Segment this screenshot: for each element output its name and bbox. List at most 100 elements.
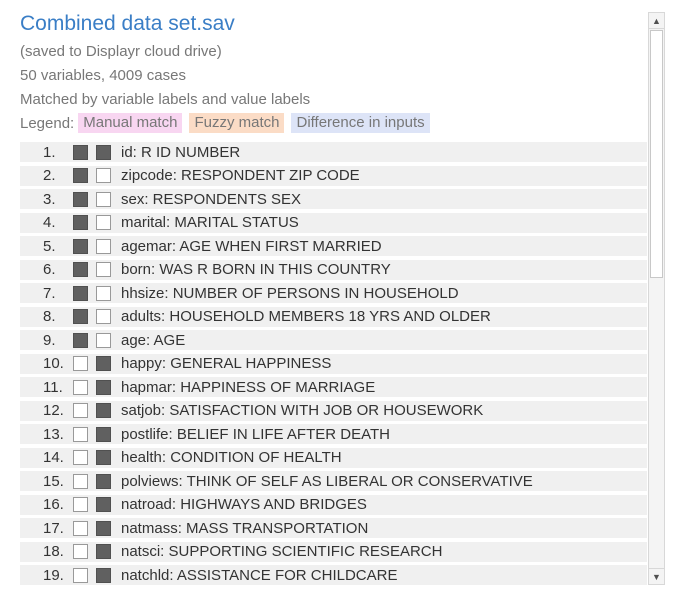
source-1-empty-box — [73, 497, 88, 512]
source-2-empty-box — [96, 215, 111, 230]
triangle-up-icon: ▲ — [652, 15, 661, 26]
source-2-filled-box — [96, 473, 111, 489]
source-2-filled-box — [96, 520, 111, 536]
source-2-filled-box — [96, 544, 111, 559]
source-2-filled-box — [96, 144, 111, 160]
list-item[interactable]: 17. natmass: MASS TRANSPORTATION — [20, 518, 647, 538]
source-1-empty-box — [73, 473, 88, 489]
row-number: 13. — [43, 425, 64, 443]
source-2-empty-box — [96, 238, 111, 254]
scroll-up-button[interactable]: ▲ — [649, 13, 664, 29]
variable-label: natsci: SUPPORTING SCIENTIFIC RESEARCH — [121, 543, 443, 560]
legend-label: Legend: — [20, 114, 75, 132]
list-item[interactable]: 12. satjob: SATISFACTION WITH JOB OR HOUS… — [20, 400, 647, 421]
variable-label: natchld: ASSISTANCE FOR CHILDCARE — [121, 566, 398, 584]
row-number: 2. — [43, 167, 56, 184]
variable-label: postlife: BELIEF IN LIFE AFTER DEATH — [121, 425, 390, 443]
list-item[interactable]: 7. hhsize: NUMBER OF PERSONS IN HOUSEHOLD — [20, 283, 647, 303]
source-1-empty-box — [73, 520, 88, 536]
source-2-empty-box — [96, 168, 111, 183]
row-number: 3. — [43, 190, 56, 208]
list-item[interactable]: 11. hapmar: HAPPINESS OF MARRIAGE — [20, 377, 647, 397]
source-2-filled-box — [96, 356, 111, 371]
row-number: 17. — [43, 519, 64, 537]
row-number: 16. — [43, 496, 64, 513]
source-1-empty-box — [73, 379, 88, 395]
list-item[interactable]: 15. polviews: THINK OF SELF AS LIBERAL OR… — [20, 471, 647, 491]
list-item[interactable]: 14. health: CONDITION OF HEALTH — [20, 447, 647, 468]
variable-label: marital: MARITAL STATUS — [121, 214, 299, 231]
list-item[interactable]: 1. id: R ID NUMBER — [20, 142, 647, 162]
row-number: 1. — [43, 143, 56, 161]
list-item[interactable]: 18. natsci: SUPPORTING SCIENTIFIC RESEARC… — [20, 541, 647, 562]
row-number: 14. — [43, 449, 64, 466]
source-1-filled-box — [73, 309, 88, 324]
scroll-thumb[interactable] — [650, 30, 663, 278]
list-item[interactable]: 6. born: WAS R BORN IN THIS COUNTRY — [20, 259, 647, 280]
variable-label: born: WAS R BORN IN THIS COUNTRY — [121, 261, 391, 278]
source-2-empty-box — [96, 191, 111, 207]
source-2-empty-box — [96, 262, 111, 277]
source-2-filled-box — [96, 497, 111, 512]
source-2-empty-box — [96, 285, 111, 301]
variable-label: health: CONDITION OF HEALTH — [121, 449, 342, 466]
list-item[interactable]: 9. age: AGE — [20, 330, 647, 350]
source-1-filled-box — [73, 191, 88, 207]
row-number: 19. — [43, 566, 64, 584]
variable-label: natmass: MASS TRANSPORTATION — [121, 519, 369, 537]
source-2-filled-box — [96, 567, 111, 583]
variable-label: agemar: AGE WHEN FIRST MARRIED — [121, 237, 382, 255]
summary-text: 50 variables, 4009 cases — [20, 67, 186, 84]
legend-fuzzy-match: Fuzzy match — [189, 113, 285, 133]
variable-label: adults: HOUSEHOLD MEMBERS 18 YRS AND OLD… — [121, 308, 491, 325]
row-number: 5. — [43, 237, 56, 255]
variable-label: happy: GENERAL HAPPINESS — [121, 355, 332, 372]
source-1-filled-box — [73, 285, 88, 301]
row-number: 18. — [43, 543, 64, 560]
source-1-filled-box — [73, 332, 88, 348]
data-set-panel: Combined data set.sav (saved to Displayr… — [0, 0, 648, 602]
legend: Legend: Manual match Fuzzy match Differe… — [20, 113, 437, 133]
source-2-filled-box — [96, 450, 111, 465]
list-item[interactable]: 16. natroad: HIGHWAYS AND BRIDGES — [20, 494, 647, 515]
row-number: 6. — [43, 261, 56, 278]
list-item[interactable]: 2. zipcode: RESPONDENT ZIP CODE — [20, 165, 647, 186]
row-number: 10. — [43, 355, 64, 372]
source-1-empty-box — [73, 426, 88, 442]
variable-label: hapmar: HAPPINESS OF MARRIAGE — [121, 378, 376, 396]
row-number: 7. — [43, 284, 56, 302]
row-number: 4. — [43, 214, 56, 231]
variable-label: hhsize: NUMBER OF PERSONS IN HOUSEHOLD — [121, 284, 459, 302]
source-1-empty-box — [73, 567, 88, 583]
source-2-empty-box — [96, 309, 111, 324]
legend-manual-match: Manual match — [78, 113, 183, 133]
variable-list: 1. id: R ID NUMBER 2. zipcode: RESPONDENT Z… — [20, 142, 647, 589]
source-1-empty-box — [73, 450, 88, 465]
variable-label: id: R ID NUMBER — [121, 143, 241, 161]
saved-note: (saved to Displayr cloud drive) — [20, 43, 222, 60]
list-item[interactable]: 5. agemar: AGE WHEN FIRST MARRIED — [20, 236, 647, 256]
variable-label: age: AGE — [121, 331, 186, 349]
source-1-empty-box — [73, 356, 88, 371]
match-note: Matched by variable labels and value lab… — [20, 91, 311, 108]
source-1-filled-box — [73, 168, 88, 183]
triangle-down-icon: ▼ — [652, 571, 661, 582]
variable-label: polviews: THINK OF SELF AS LIBERAL OR CO… — [121, 472, 533, 490]
scroll-down-button[interactable]: ▼ — [649, 568, 664, 584]
variable-label: natroad: HIGHWAYS AND BRIDGES — [121, 496, 367, 513]
source-1-empty-box — [73, 544, 88, 559]
variable-label: satjob: SATISFACTION WITH JOB OR HOUSEWO… — [121, 402, 484, 419]
list-item[interactable]: 8. adults: HOUSEHOLD MEMBERS 18 YRS AND O… — [20, 306, 647, 327]
source-2-filled-box — [96, 403, 111, 418]
list-item[interactable]: 19. natchld: ASSISTANCE FOR CHILDCARE — [20, 565, 647, 585]
source-1-filled-box — [73, 144, 88, 160]
list-item[interactable]: 4. marital: MARITAL STATUS — [20, 212, 647, 233]
row-number: 9. — [43, 331, 56, 349]
list-item[interactable]: 3. sex: RESPONDENTS SEX — [20, 189, 647, 209]
list-item[interactable]: 13. postlife: BELIEF IN LIFE AFTER DEATH — [20, 424, 647, 444]
list-item[interactable]: 10. happy: GENERAL HAPPINESS — [20, 353, 647, 374]
source-2-filled-box — [96, 379, 111, 395]
vertical-scrollbar[interactable]: ▲ ▼ — [648, 12, 665, 585]
source-2-empty-box — [96, 332, 111, 348]
variable-label: sex: RESPONDENTS SEX — [121, 190, 302, 208]
